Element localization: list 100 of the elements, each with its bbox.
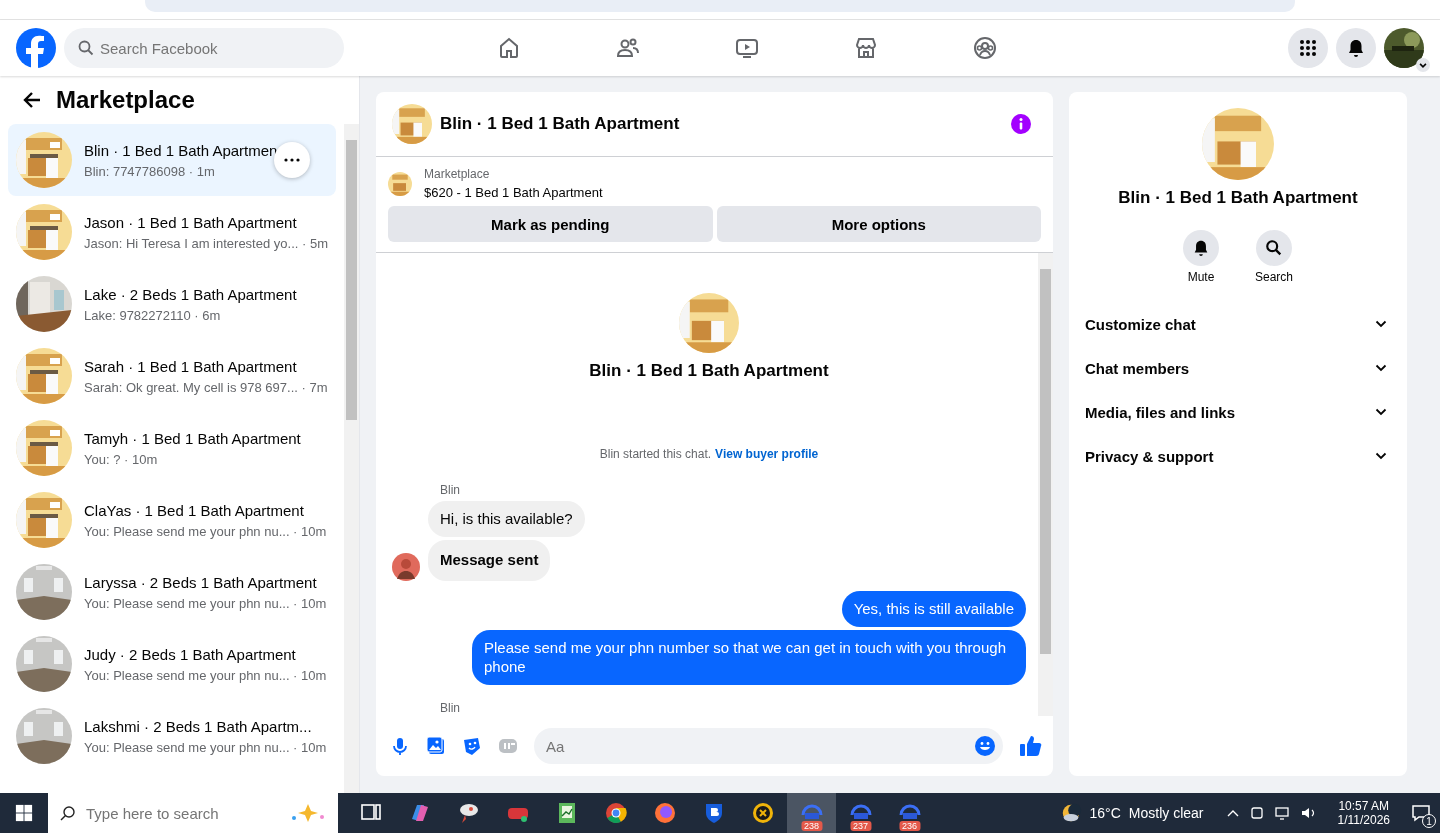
scrollbar[interactable] [344, 124, 359, 793]
message-bubble: Message sent [428, 539, 551, 581]
conversation-title: Blin · 1 Bed 1 Bath Apartmen [84, 141, 278, 159]
conversation-item[interactable]: Judy · 2 Beds 1 Bath Apartment You: Please send me your phn nu... · 10m [8, 628, 336, 700]
search-button[interactable] [1256, 230, 1292, 266]
conversation-preview: You: Please send me your phn nu... · 10m [84, 595, 327, 611]
menu-button[interactable] [1288, 28, 1328, 68]
conversation-title: Jason · 1 Bed 1 Bath Apartment [84, 213, 298, 231]
conversation-preview: Sarah: Ok great. My cell is 978 697... · 7m [84, 379, 328, 395]
conversation-item[interactable]: Lake · 2 Beds 1 Bath Apartment Lake: 9782272110 · 6m [8, 268, 336, 340]
search-icon [78, 40, 94, 56]
action-label: Search [1255, 270, 1293, 284]
chevron-icon [1375, 452, 1387, 460]
chevron-icon [1375, 408, 1387, 416]
conversation-preview: You: Please send me your phn nu... · 10m [84, 739, 327, 755]
conversation-preview: You: ? · 10m [84, 451, 159, 467]
listing-label: Marketplace [424, 167, 491, 181]
message-field[interactable]: Aa [534, 728, 1003, 764]
groups-icon[interactable] [973, 36, 997, 60]
conversation-item[interactable]: Lakshmi · 2 Beds 1 Bath Apartm... You: Please send me your phn nu... · 10m [8, 700, 336, 772]
conversation-item[interactable]: Blin · 1 Bed 1 Bath Apartmen Blin: 7747786098 · 1m [8, 124, 336, 196]
count-badge: 238 [801, 821, 822, 831]
taskbar-app[interactable]: 236 [885, 793, 934, 833]
conversation-title: Laryssa · 2 Beds 1 Bath Apartment [84, 573, 318, 591]
scrollbar[interactable] [1038, 253, 1053, 716]
contact-name: Blin · 1 Bed 1 Bath Apartment [1118, 188, 1358, 208]
info-icon[interactable] [1011, 114, 1031, 134]
conversation-title: Sarah · 1 Bed 1 Bath Apartment [84, 357, 298, 375]
x-circle-icon [750, 801, 775, 825]
taskbar-app[interactable]: 238 [787, 793, 836, 833]
conversation-item[interactable]: Sarah · 1 Bed 1 Bath Apartment Sarah: Ok great. My cell is 978 697... · 7m [8, 340, 336, 412]
more-icon [284, 158, 300, 162]
browser-icon [603, 801, 628, 825]
conversation-preview: You: Please send me your phn nu... · 10m [84, 523, 327, 539]
pending-button[interactable]: Mark as pending [388, 206, 713, 242]
bell-icon [1346, 38, 1366, 58]
emoji-icon[interactable] [975, 736, 995, 756]
home-icon[interactable] [497, 36, 521, 60]
chevron-icon [1375, 320, 1387, 328]
chevron-icon [1375, 364, 1387, 372]
chat-start-note: Blin started this chat. [599, 447, 712, 461]
conversation-item[interactable]: Laryssa · 2 Beds 1 Bath Apartment You: Please send me your phn nu... · 10m [8, 556, 336, 628]
section-item[interactable]: Customize chat [1085, 302, 1391, 346]
store-icon[interactable] [854, 36, 878, 60]
options-button[interactable]: More options [716, 206, 1041, 242]
conversation-title: Judy · 2 Beds 1 Bath Apartment [84, 645, 297, 663]
search-icon [1265, 239, 1283, 257]
section-item[interactable]: Chat members [1085, 346, 1391, 390]
taskbar-search-field[interactable]: Type here to search [48, 793, 338, 833]
count-badge: 237 [850, 821, 871, 831]
back-arrow-icon[interactable] [22, 90, 42, 110]
conversation-title: Lakshmi · 2 Beds 1 Bath Apartm... [84, 717, 313, 735]
message-bubble: Hi, is this available? [428, 501, 585, 537]
buyer-profile-link[interactable]: View buyer profile [715, 447, 819, 461]
count-badge: 236 [899, 821, 920, 831]
grid-icon [1298, 38, 1318, 58]
conversation-item[interactable]: Jason · 1 Bed 1 Bath Apartment Jason: Hi Teresa I am interested yo... · 5m [8, 196, 336, 268]
conversation-title: Lake · 2 Beds 1 Bath Apartment [84, 285, 297, 303]
sender-name: Blin [440, 483, 461, 497]
image-icon[interactable] [426, 736, 446, 756]
bell-icon [1192, 239, 1210, 257]
sticker-icon[interactable] [462, 736, 482, 756]
conversation-preview: Jason: Hi Teresa I am interested yo... · 5m [84, 235, 328, 251]
friends-icon[interactable] [616, 36, 640, 60]
conversation-item[interactable]: ClaYas · 1 Bed 1 Bath Apartment You: Please send me your phn nu... · 10m [8, 484, 336, 556]
section-item[interactable]: Privacy & support [1085, 434, 1391, 478]
section-item[interactable]: Media, files and links [1085, 390, 1391, 434]
taskbar-app[interactable]: 237 [836, 793, 885, 833]
video-icon[interactable] [735, 36, 759, 60]
windows-icon[interactable] [15, 804, 33, 822]
conversation-preview: Blin: 7747786098 · 1m [84, 163, 216, 179]
conversation-title: Tamyh · 1 Bed 1 Bath Apartment [84, 429, 301, 447]
notifications-button[interactable] [1336, 28, 1376, 68]
notification-button[interactable]: 1 [1406, 798, 1436, 828]
notification-count: 1 [1422, 814, 1436, 828]
sender-name: Blin [440, 700, 461, 715]
conversation-item[interactable]: Tamyh · 1 Bed 1 Bath Apartment You: ? · 10m [8, 412, 336, 484]
chat-name: Blin · 1 Bed 1 Bath Apartment [589, 361, 829, 381]
message-bubble: Yes, this is still available [841, 591, 1026, 627]
logo-icon[interactable] [16, 28, 56, 68]
temperature: 16°C [1089, 805, 1121, 821]
chat-title: Blin · 1 Bed 1 Bath Apartment [440, 114, 681, 134]
clock-time[interactable]: 10:57 AM [1338, 799, 1390, 813]
message-bubble: Please send me your phn number so that we can get in touch with you through phone [472, 629, 1026, 685]
clock-date[interactable]: 1/11/2026 [1337, 813, 1390, 827]
caret-icon[interactable] [1416, 58, 1430, 72]
weather-text: Mostly clear [1128, 805, 1204, 821]
conversation-preview: Lake: 9782272110 · 6m [84, 307, 222, 323]
action-label: Mute [1187, 270, 1215, 284]
globe-icon [652, 801, 677, 825]
thumbs-up-icon[interactable] [1019, 734, 1043, 758]
chat-bubble-icon [1411, 803, 1431, 823]
mute-button[interactable] [1183, 230, 1219, 266]
listing-title[interactable]: $620 - 1 Bed 1 Bath Apartment [424, 185, 603, 200]
search-icon [60, 805, 76, 821]
avatar[interactable] [392, 553, 420, 581]
sidebar-title: Marketplace [56, 86, 195, 114]
search-field[interactable]: Search Facebook [64, 28, 344, 68]
microphone-icon[interactable] [390, 736, 410, 756]
conversation-title: ClaYas · 1 Bed 1 Bath Apartment [84, 501, 305, 519]
